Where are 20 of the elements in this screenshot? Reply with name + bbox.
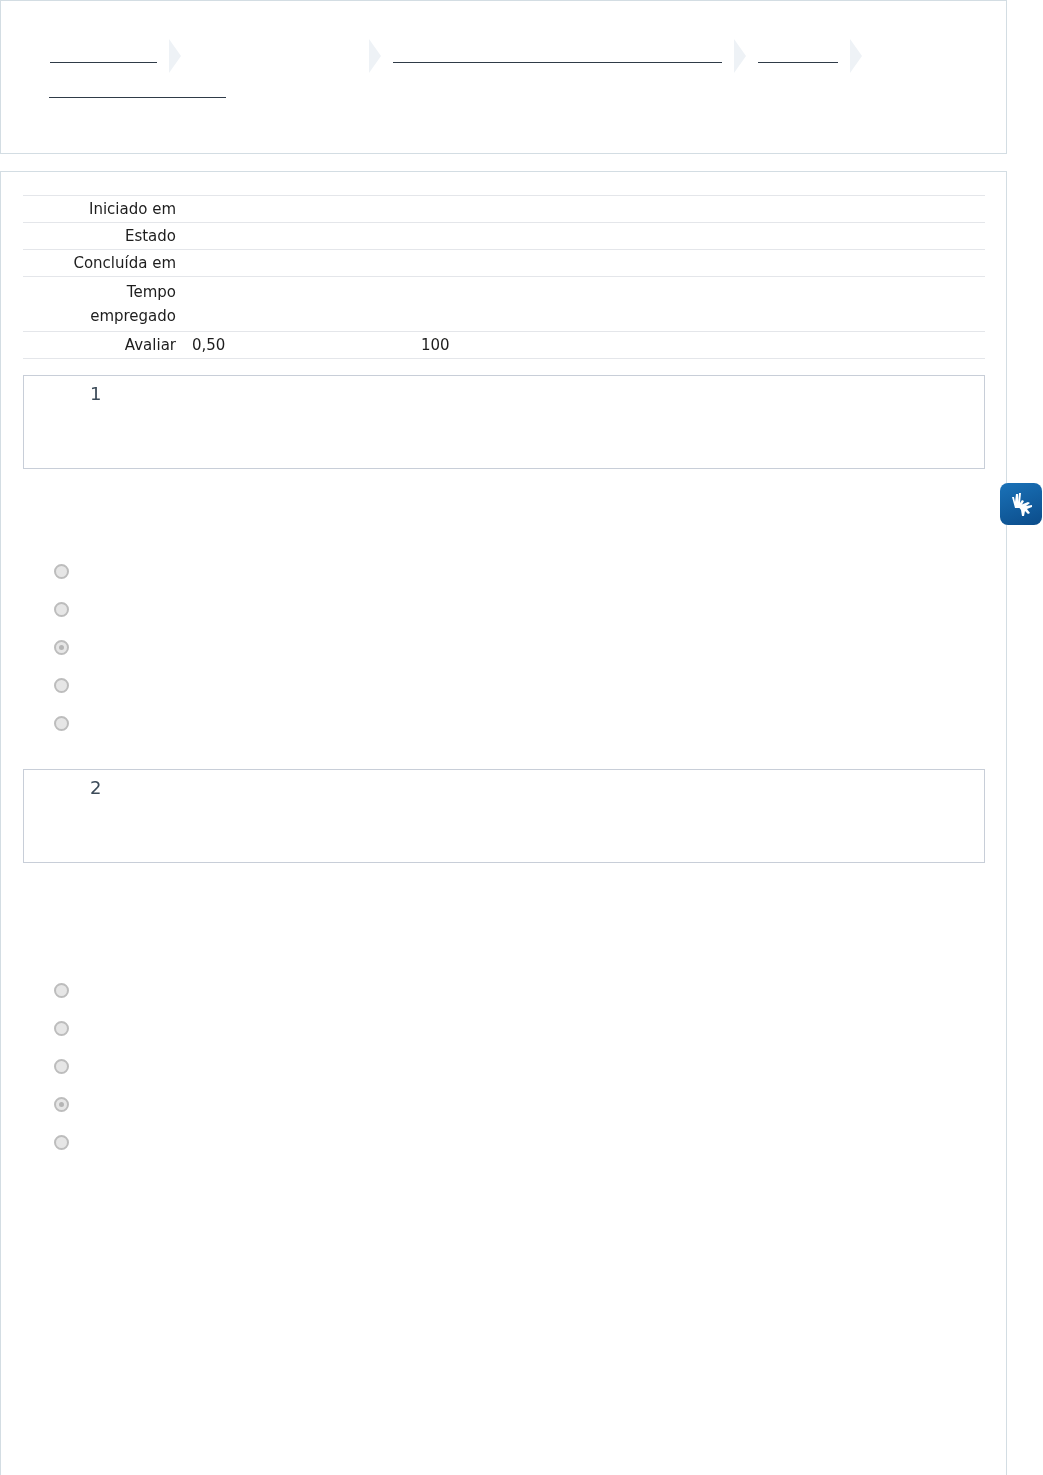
radio-button[interactable] (54, 678, 69, 693)
summary-label: Tempo empregado (89, 282, 177, 327)
summary-label: Iniciado em (88, 199, 177, 219)
radio-button[interactable] (54, 564, 69, 579)
radio-button[interactable] (54, 602, 69, 617)
summary-value: 0,50 (192, 335, 227, 355)
radio-button[interactable] (54, 1059, 69, 1074)
radio-button[interactable] (54, 1021, 69, 1036)
radio-button[interactable] (54, 1097, 69, 1112)
radio-button[interactable] (54, 983, 69, 998)
summary-label: Avaliar (123, 335, 177, 355)
summary-label: Concluída em (72, 253, 177, 273)
radio-button[interactable] (54, 1135, 69, 1150)
sign-language-button[interactable] (1000, 483, 1042, 525)
radio-button[interactable] (54, 640, 69, 655)
question-number: 2 (90, 777, 102, 798)
summary-value: 100 (421, 335, 450, 355)
radio-button[interactable] (54, 716, 69, 731)
summary-label: Estado (123, 226, 177, 246)
question-number: 1 (90, 383, 102, 404)
